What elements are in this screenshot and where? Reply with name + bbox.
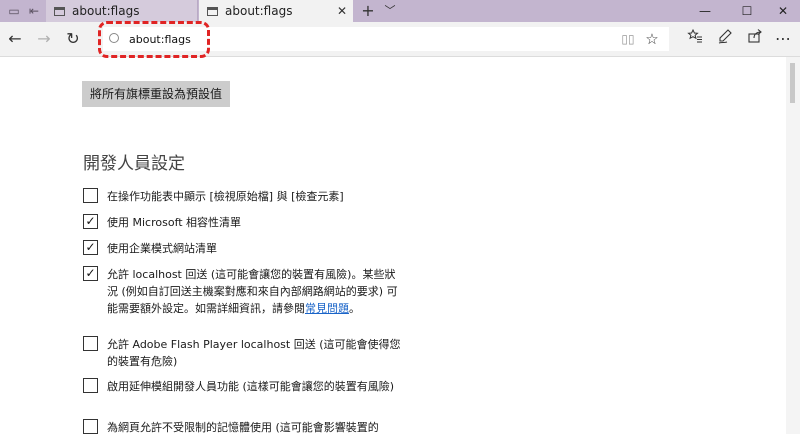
refresh-icon[interactable]: ↻ [60,26,86,52]
favorites-hub-icon[interactable] [682,26,708,52]
tab-thumbnails-icon[interactable]: ▭ [4,0,24,22]
set-tabs-aside-icon[interactable]: ⇤ [24,0,44,22]
page-icon [207,6,218,16]
checkbox-extension-dev[interactable] [83,378,98,393]
option-label: 允許 Adobe Flash Player localhost 回送 (這可能會… [107,338,401,368]
option-label: 使用 Microsoft 相容性清單 [107,216,242,229]
checkbox-unrestricted-memory[interactable] [83,419,98,434]
checkbox-enterprise-list[interactable]: ✓ [83,240,98,255]
maximize-icon[interactable]: ☐ [730,0,764,22]
tab-inactive[interactable]: about:flags [46,0,198,22]
favorite-star-icon[interactable]: ☆ [641,27,663,51]
page-icon [54,6,65,16]
checkbox-flash-loopback[interactable] [83,336,98,351]
tab-menu-chevron-icon[interactable]: ﹀ [380,0,400,22]
option-label: 為網頁允許不受限制的記憶體使用 (這可能會影響裝置的 [107,421,379,434]
minimize-icon[interactable]: — [688,0,722,22]
web-note-pen-icon[interactable] [712,26,738,52]
toolbar: ← → ↻ ▯▯ ☆ ⋯ [0,22,800,57]
forward-icon[interactable]: → [31,26,57,52]
checkbox-view-source[interactable] [83,188,98,203]
scrollbar-thumb[interactable] [790,63,795,103]
back-icon[interactable]: ← [2,26,28,52]
option-label: 在操作功能表中顯示 [檢視原始檔] 與 [檢查元素] [107,190,344,203]
flags-page: 將所有旗標重設為預設值 開發人員設定 在操作功能表中顯示 [檢視原始檔] 與 [… [0,57,786,434]
title-bar: ▭ ⇤ about:flags about:flags ✕ + ﹀ — ☐ ✕ [0,0,800,22]
tab-title: about:flags [72,4,140,18]
checkbox-compat-list[interactable]: ✓ [83,214,98,229]
address-input[interactable] [129,30,609,48]
window-close-icon[interactable]: ✕ [766,0,800,22]
more-options-icon[interactable]: ⋯ [770,26,796,52]
tab-active[interactable]: about:flags ✕ [199,0,353,22]
site-info-icon[interactable] [109,33,119,43]
new-tab-icon[interactable]: + [358,0,378,22]
reset-flags-button[interactable]: 將所有旗標重設為預設值 [82,81,230,107]
faq-link[interactable]: 常見問題 [305,302,349,315]
tab-title: about:flags [225,4,293,18]
vertical-scrollbar[interactable] [786,57,800,434]
address-bar[interactable]: ▯▯ ☆ [103,27,669,51]
checkbox-localhost-loopback[interactable]: ✓ [83,266,98,281]
section-title: 開發人員設定 [83,154,185,174]
option-label-tail: 。 [349,302,360,315]
option-label: 允許 localhost 回送 (這可能會讓您的裝置有風險)。某些狀況 (例如自… [107,266,403,317]
option-label: 使用企業模式網站清單 [107,242,217,255]
option-label: 啟用延伸模組開發人員功能 (這樣可能會讓您的裝置有風險) [107,380,395,393]
tab-close-icon[interactable]: ✕ [331,4,353,18]
reading-view-icon[interactable]: ▯▯ [617,27,639,51]
share-icon[interactable] [742,26,768,52]
